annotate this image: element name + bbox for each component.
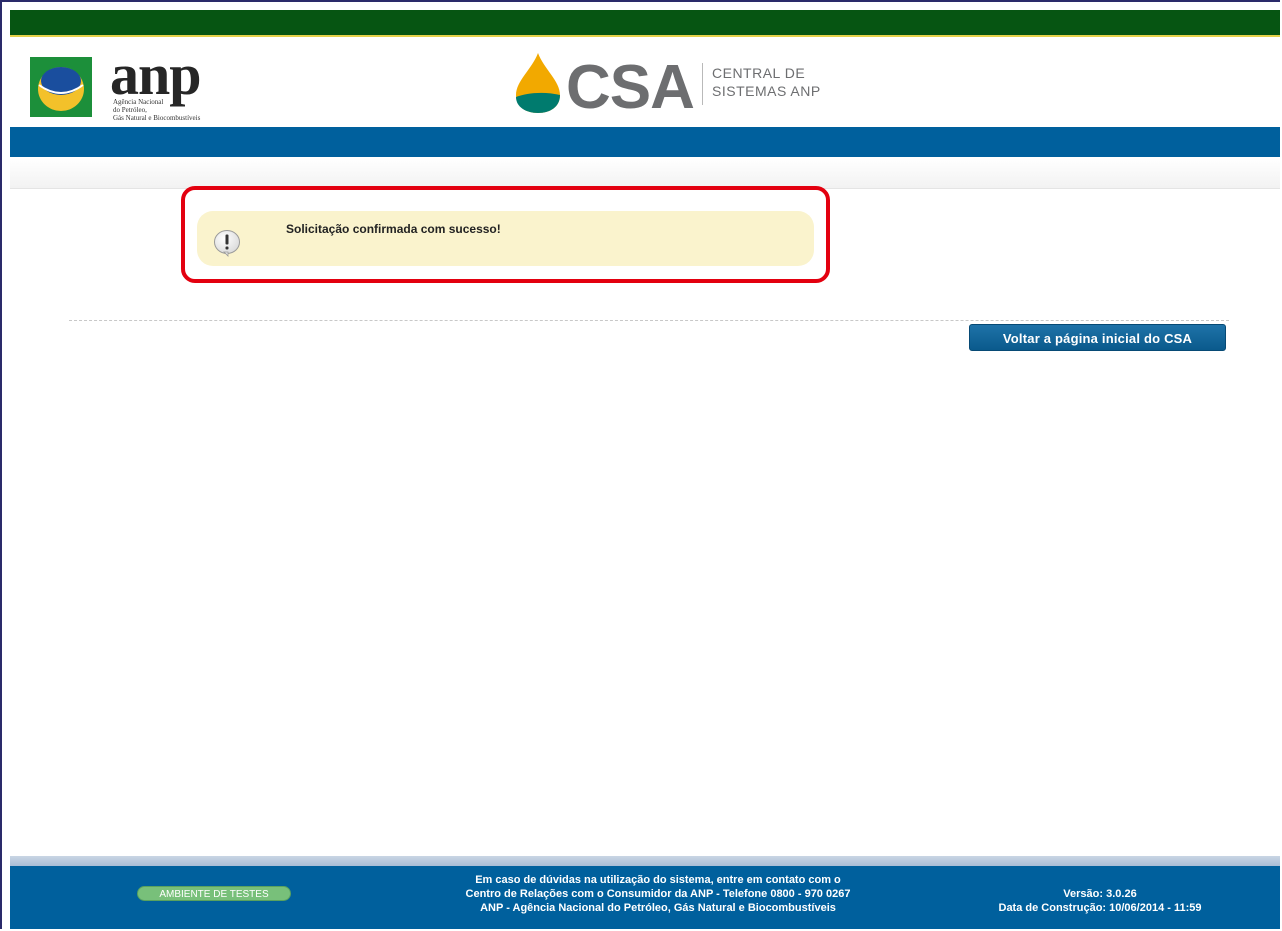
section-divider <box>69 320 1229 321</box>
csa-logo-divider <box>702 63 703 105</box>
back-to-home-button[interactable]: Voltar a página inicial do CSA <box>969 324 1226 351</box>
anp-logo[interactable]: anp Agência Nacional do Petróleo, Gás Na… <box>30 46 230 122</box>
footer-version-info: Versão: 3.0.26 Data de Construção: 10/06… <box>950 887 1250 915</box>
page-frame: anp Agência Nacional do Petróleo, Gás Na… <box>0 0 1280 929</box>
exclamation-bubble-icon <box>214 230 240 257</box>
csa-logo-text: CSA <box>566 53 695 122</box>
top-green-bar <box>10 10 1280 35</box>
anp-logo-subtitle: Agência Nacional do Petróleo, Gás Natura… <box>113 98 201 122</box>
success-message-box: Solicitação confirmada com sucesso! <box>197 211 814 266</box>
footer-contact-info: Em caso de dúvidas na utilização do sist… <box>398 873 918 915</box>
environment-badge: AMBIENTE DE TESTES <box>137 886 291 901</box>
footer-contact-line-2: Centro de Relações com o Consumidor da A… <box>465 888 851 900</box>
csa-drop-icon <box>516 53 560 113</box>
csa-tagline-line-1: CENTRAL DE <box>712 65 806 81</box>
footer-top-stripe <box>10 856 1280 866</box>
csa-tagline-line-2: SISTEMAS ANP <box>712 83 821 99</box>
sub-navigation-bar <box>10 158 1280 189</box>
header: anp Agência Nacional do Petróleo, Gás Na… <box>10 37 1280 127</box>
csa-logo[interactable]: CSA CENTRAL DE SISTEMAS ANP <box>510 49 870 119</box>
footer-contact-line-3: ANP - Agência Nacional do Petróleo, Gás … <box>480 902 836 914</box>
navigation-bar <box>10 127 1280 157</box>
anp-logo-text: anp <box>110 42 202 107</box>
anp-emblem-icon <box>30 57 92 117</box>
footer: AMBIENTE DE TESTES Em caso de dúvidas na… <box>10 866 1280 929</box>
success-message-text: Solicitação confirmada com sucesso! <box>286 222 501 236</box>
footer-build-date: Data de Construção: 10/06/2014 - 11:59 <box>998 902 1202 914</box>
footer-version: Versão: 3.0.26 <box>1063 888 1137 900</box>
footer-contact-line-1: Em caso de dúvidas na utilização do sist… <box>475 874 841 886</box>
